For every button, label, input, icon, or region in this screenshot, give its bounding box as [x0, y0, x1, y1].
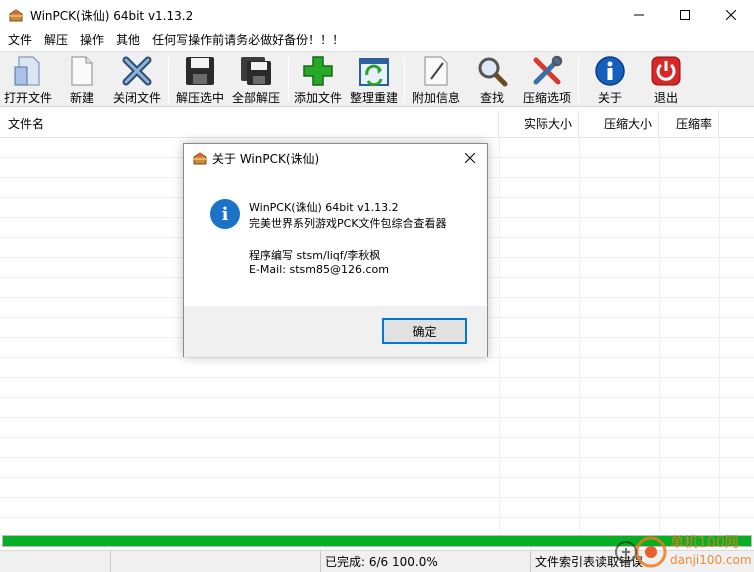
menu-bar: 文件 解压 操作 其他 任何写操作前请务必做好备份！！！ — [0, 30, 754, 50]
app-icon — [8, 7, 24, 23]
toolbar-separator — [404, 58, 405, 102]
dialog-title: 关于 WinPCK(诛仙) — [212, 151, 320, 166]
open-file-button[interactable]: 打开文件 — [2, 54, 54, 106]
ok-button[interactable]: 确定 — [382, 318, 467, 344]
add-file-label: 添加文件 — [293, 91, 342, 105]
about-dialog: 关于 WinPCK(诛仙) i WinPCK(诛仙) 64bit v1.13.2… — [183, 143, 488, 357]
add-file-button[interactable]: 添加文件 — [292, 54, 344, 106]
row-line — [0, 477, 754, 478]
column-ratio[interactable]: 压缩率 — [659, 110, 719, 138]
power-icon — [649, 54, 683, 87]
new-file-label: 新建 — [69, 91, 94, 105]
row-line — [0, 377, 754, 378]
compress-options-label: 压缩选项 — [522, 91, 571, 105]
toolbar-separator — [168, 58, 169, 102]
compress-options-button[interactable]: 压缩选项 — [520, 54, 574, 106]
row-line — [0, 437, 754, 438]
row-line — [0, 517, 754, 518]
minimize-icon — [634, 14, 644, 16]
watermark: 单机100网 danji100.com — [608, 530, 754, 572]
close-button[interactable] — [708, 0, 754, 30]
file-list-header: 文件名 实际大小 压缩大小 压缩率 — [0, 110, 754, 138]
status-field-1 — [0, 551, 110, 572]
close-file-button[interactable]: 关闭文件 — [111, 54, 163, 106]
title-bar: WinPCK(诛仙) 64bit v1.13.2 — [0, 0, 754, 30]
row-line — [0, 417, 754, 418]
extract-selected-button[interactable]: 解压选中 — [174, 54, 226, 106]
add-file-icon — [301, 54, 335, 87]
comment-button[interactable]: 附加信息 — [410, 54, 462, 106]
dialog-email-text: E-Mail: stsm85@126.com — [249, 263, 389, 276]
close-icon — [465, 153, 475, 163]
column-filename[interactable]: 文件名 — [0, 110, 499, 138]
row-line — [0, 457, 754, 458]
row-line — [0, 357, 754, 358]
svg-text:danji100.com: danji100.com — [670, 553, 752, 567]
app-icon — [192, 150, 208, 166]
svg-text:单机100网: 单机100网 — [670, 535, 739, 551]
dialog-author-text: 程序编写 stsm/liqf/李秋枫 — [249, 249, 381, 262]
menu-operate[interactable]: 操作 — [74, 30, 110, 50]
open-file-label: 打开文件 — [3, 91, 52, 105]
extract-selected-label: 解压选中 — [175, 91, 224, 105]
minimize-button[interactable] — [616, 0, 662, 30]
about-button[interactable]: 关于 — [590, 54, 630, 106]
watermark-logo-icon: 单机100网 danji100.com — [615, 535, 752, 568]
new-file-button[interactable]: 新建 — [62, 54, 102, 106]
tools-icon — [530, 54, 564, 87]
exit-label: 退出 — [653, 91, 678, 105]
menu-backup-warning[interactable]: 任何写操作前请务必做好备份！！！ — [146, 30, 350, 50]
extract-all-button[interactable]: 全部解压 — [229, 54, 283, 106]
dialog-footer: 确定 — [184, 306, 487, 357]
comment-label: 附加信息 — [411, 91, 460, 105]
maximize-button[interactable] — [662, 0, 708, 30]
toolbar-separator — [578, 58, 579, 102]
menu-file[interactable]: 文件 — [2, 30, 38, 50]
menu-extract[interactable]: 解压 — [38, 30, 74, 50]
row-line — [0, 497, 754, 498]
extract-selected-icon — [183, 54, 217, 87]
comment-icon — [419, 54, 453, 87]
extract-all-icon — [239, 54, 273, 87]
dialog-close-button[interactable] — [453, 144, 487, 172]
rebuild-label: 整理重建 — [349, 91, 398, 105]
search-button[interactable]: 查找 — [470, 54, 514, 106]
extract-all-label: 全部解压 — [231, 91, 280, 105]
search-label: 查找 — [479, 91, 504, 105]
column-compressed-size[interactable]: 压缩大小 — [579, 110, 659, 138]
open-file-icon — [11, 54, 45, 87]
close-file-icon — [120, 54, 154, 87]
column-actual-size[interactable]: 实际大小 — [499, 110, 579, 138]
new-file-icon — [65, 54, 99, 87]
close-file-label: 关闭文件 — [112, 91, 161, 105]
dialog-title-bar: 关于 WinPCK(诛仙) — [184, 144, 487, 172]
search-icon — [475, 54, 509, 87]
dialog-description-text: 完美世界系列游戏PCK文件包综合查看器 — [249, 217, 447, 230]
info-icon: i — [210, 199, 240, 229]
toolbar-separator — [288, 58, 289, 102]
close-icon — [726, 10, 736, 20]
toolbar: 打开文件 新建 关闭文件 解压选中 全部解压 添加文件 整理重建 附加信息 查找… — [0, 51, 754, 107]
menu-other[interactable]: 其他 — [110, 30, 146, 50]
dialog-version-text: WinPCK(诛仙) 64bit v1.13.2 — [249, 201, 399, 214]
maximize-icon — [680, 10, 690, 20]
rebuild-button[interactable]: 整理重建 — [348, 54, 400, 106]
status-field-2 — [110, 551, 320, 572]
rebuild-icon — [357, 54, 391, 87]
row-line — [0, 397, 754, 398]
exit-button[interactable]: 退出 — [646, 54, 686, 106]
status-completed: 已完成: 6/6 100.0% — [320, 551, 530, 572]
about-label: 关于 — [597, 91, 622, 105]
info-icon — [593, 54, 627, 87]
window-title: WinPCK(诛仙) 64bit v1.13.2 — [30, 8, 194, 23]
